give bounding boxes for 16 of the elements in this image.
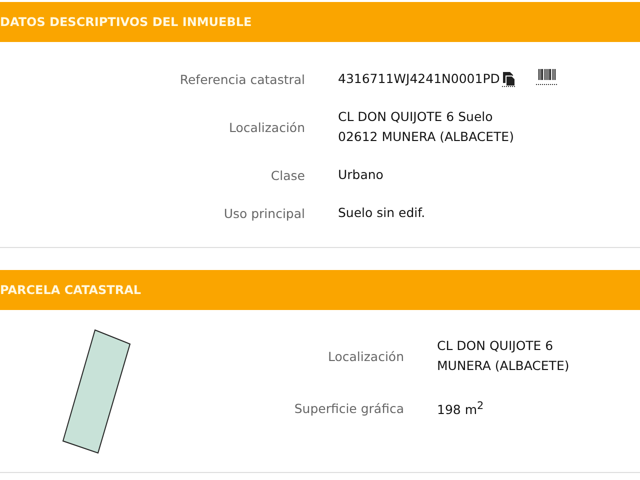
section-title: DATOS DESCRIPTIVOS DEL INMUEBLE [0, 15, 252, 29]
field-label: Superficie gráfica [293, 400, 404, 416]
field-label: Clase [270, 168, 305, 182]
section-title: PARCELA CATASTRAL [0, 283, 142, 297]
field-label: Uso principal [222, 206, 305, 220]
field-label: Localización [228, 120, 305, 134]
field-label: Referencia catastral [178, 72, 305, 86]
barcode-icon[interactable] [536, 68, 558, 86]
field-value: 198 m$^{2}$ [437, 402, 484, 418]
field-value: Suelo sin edif. [338, 205, 426, 220]
field-value: 4316711WJ4241N0001PD [338, 71, 500, 86]
field-value: CL DON QUIJOTE 6 Suelo 02612 MUNERA (ALBACETE) [338, 109, 514, 144]
field-value: CL DON QUIJOTE 6 MUNERA (ALBACETE) [437, 338, 570, 373]
field-value: Urbano [338, 167, 384, 182]
copy-icon[interactable] [502, 71, 516, 87]
field-label: Localización [326, 348, 404, 364]
